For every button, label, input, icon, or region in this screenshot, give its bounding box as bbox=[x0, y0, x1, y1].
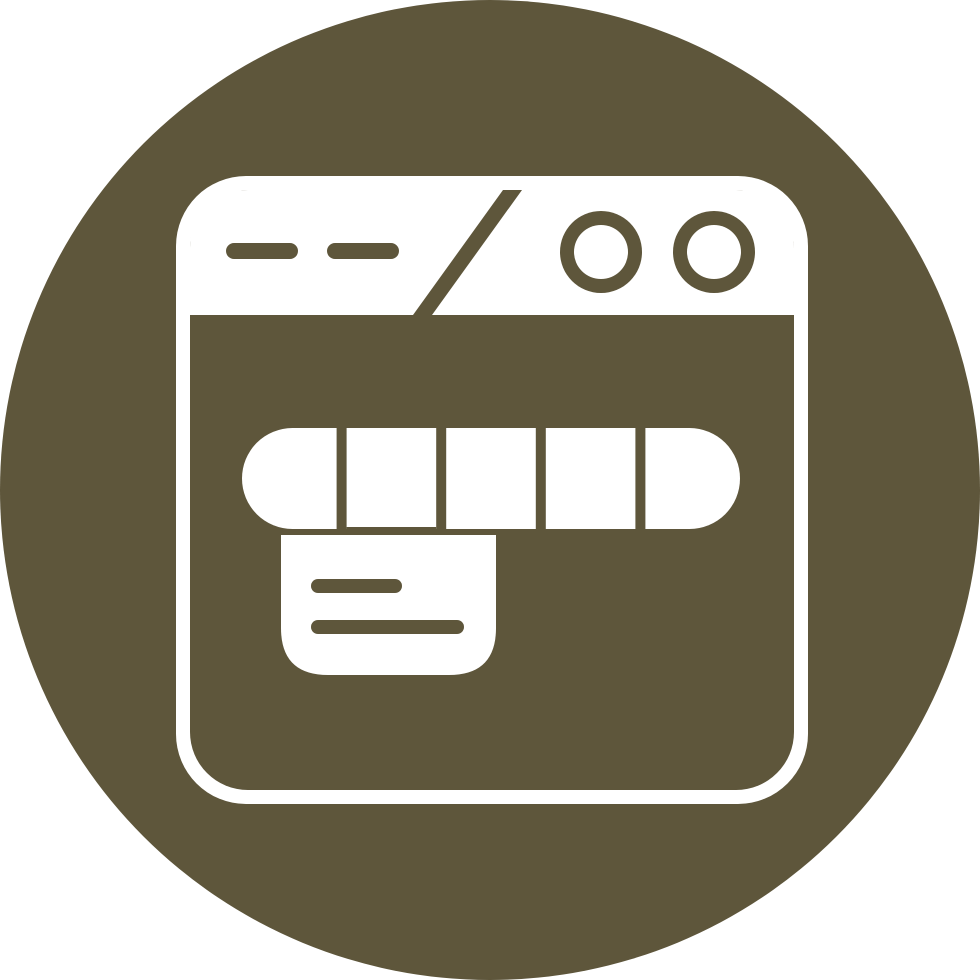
progress-stepper bbox=[242, 428, 740, 539]
address-dash-2-icon bbox=[327, 243, 399, 259]
browser-title-bar bbox=[190, 190, 794, 315]
window-control-button-2-hole bbox=[687, 225, 741, 279]
step-tooltip-card bbox=[281, 535, 496, 675]
tooltip-text-line-1-icon bbox=[311, 579, 402, 593]
browser-window-progress-stepper-icon bbox=[0, 0, 980, 980]
address-dash-1-icon bbox=[226, 243, 298, 259]
tooltip-card-body bbox=[281, 535, 496, 675]
progress-step-divider bbox=[336, 428, 347, 529]
progress-stepper-track bbox=[242, 428, 740, 529]
progress-step-divider bbox=[535, 428, 546, 529]
window-control-button-1-hole bbox=[574, 225, 628, 279]
icon-canvas bbox=[0, 0, 980, 980]
progress-step-divider bbox=[436, 428, 447, 529]
tooltip-text-line-2-icon bbox=[311, 620, 464, 634]
progress-step-divider bbox=[635, 428, 646, 529]
